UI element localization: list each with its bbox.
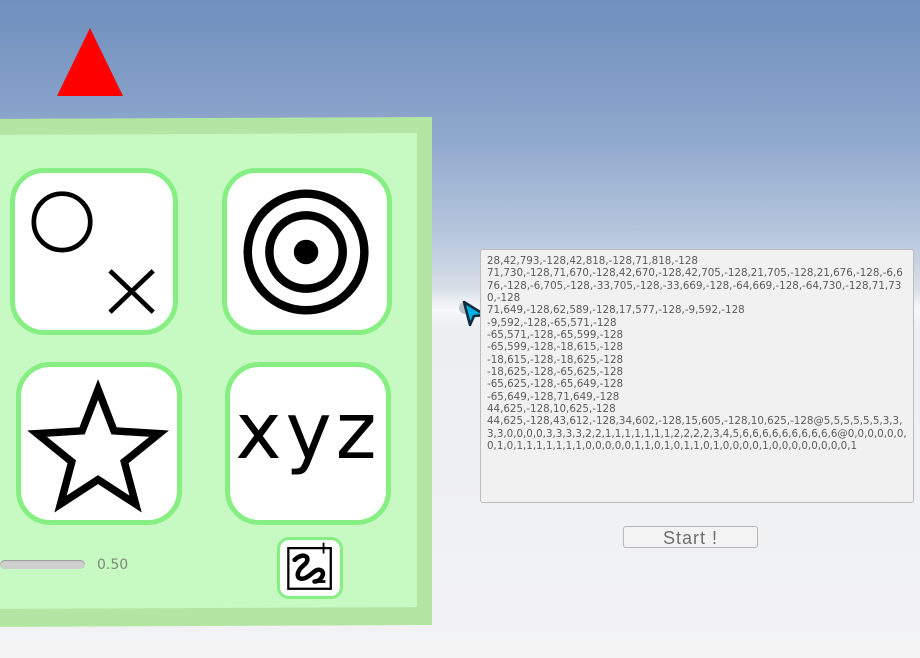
red-triangle-icon — [57, 28, 123, 96]
gesture-card-star[interactable] — [16, 362, 182, 525]
threshold-slider[interactable] — [0, 560, 85, 569]
circle-cross-icon — [31, 191, 155, 314]
gesture-card-circle-x[interactable] — [10, 168, 178, 335]
gesture-card-xyz[interactable]: xyz — [225, 362, 391, 525]
xyz-label: xyz — [235, 387, 381, 477]
gesture-card-target[interactable] — [222, 168, 392, 335]
star-outline-icon — [27, 379, 169, 513]
draw-gesture-button[interactable] — [277, 537, 343, 599]
draw-gesture-icon — [287, 542, 332, 590]
start-button[interactable]: Start ! — [623, 526, 758, 548]
concentric-target-icon — [243, 189, 369, 315]
slider-value: 0.50 — [97, 557, 129, 573]
gesture-output-textarea[interactable]: 28,42,793,-128,42,818,-128,71,818,-128 7… — [480, 249, 914, 503]
